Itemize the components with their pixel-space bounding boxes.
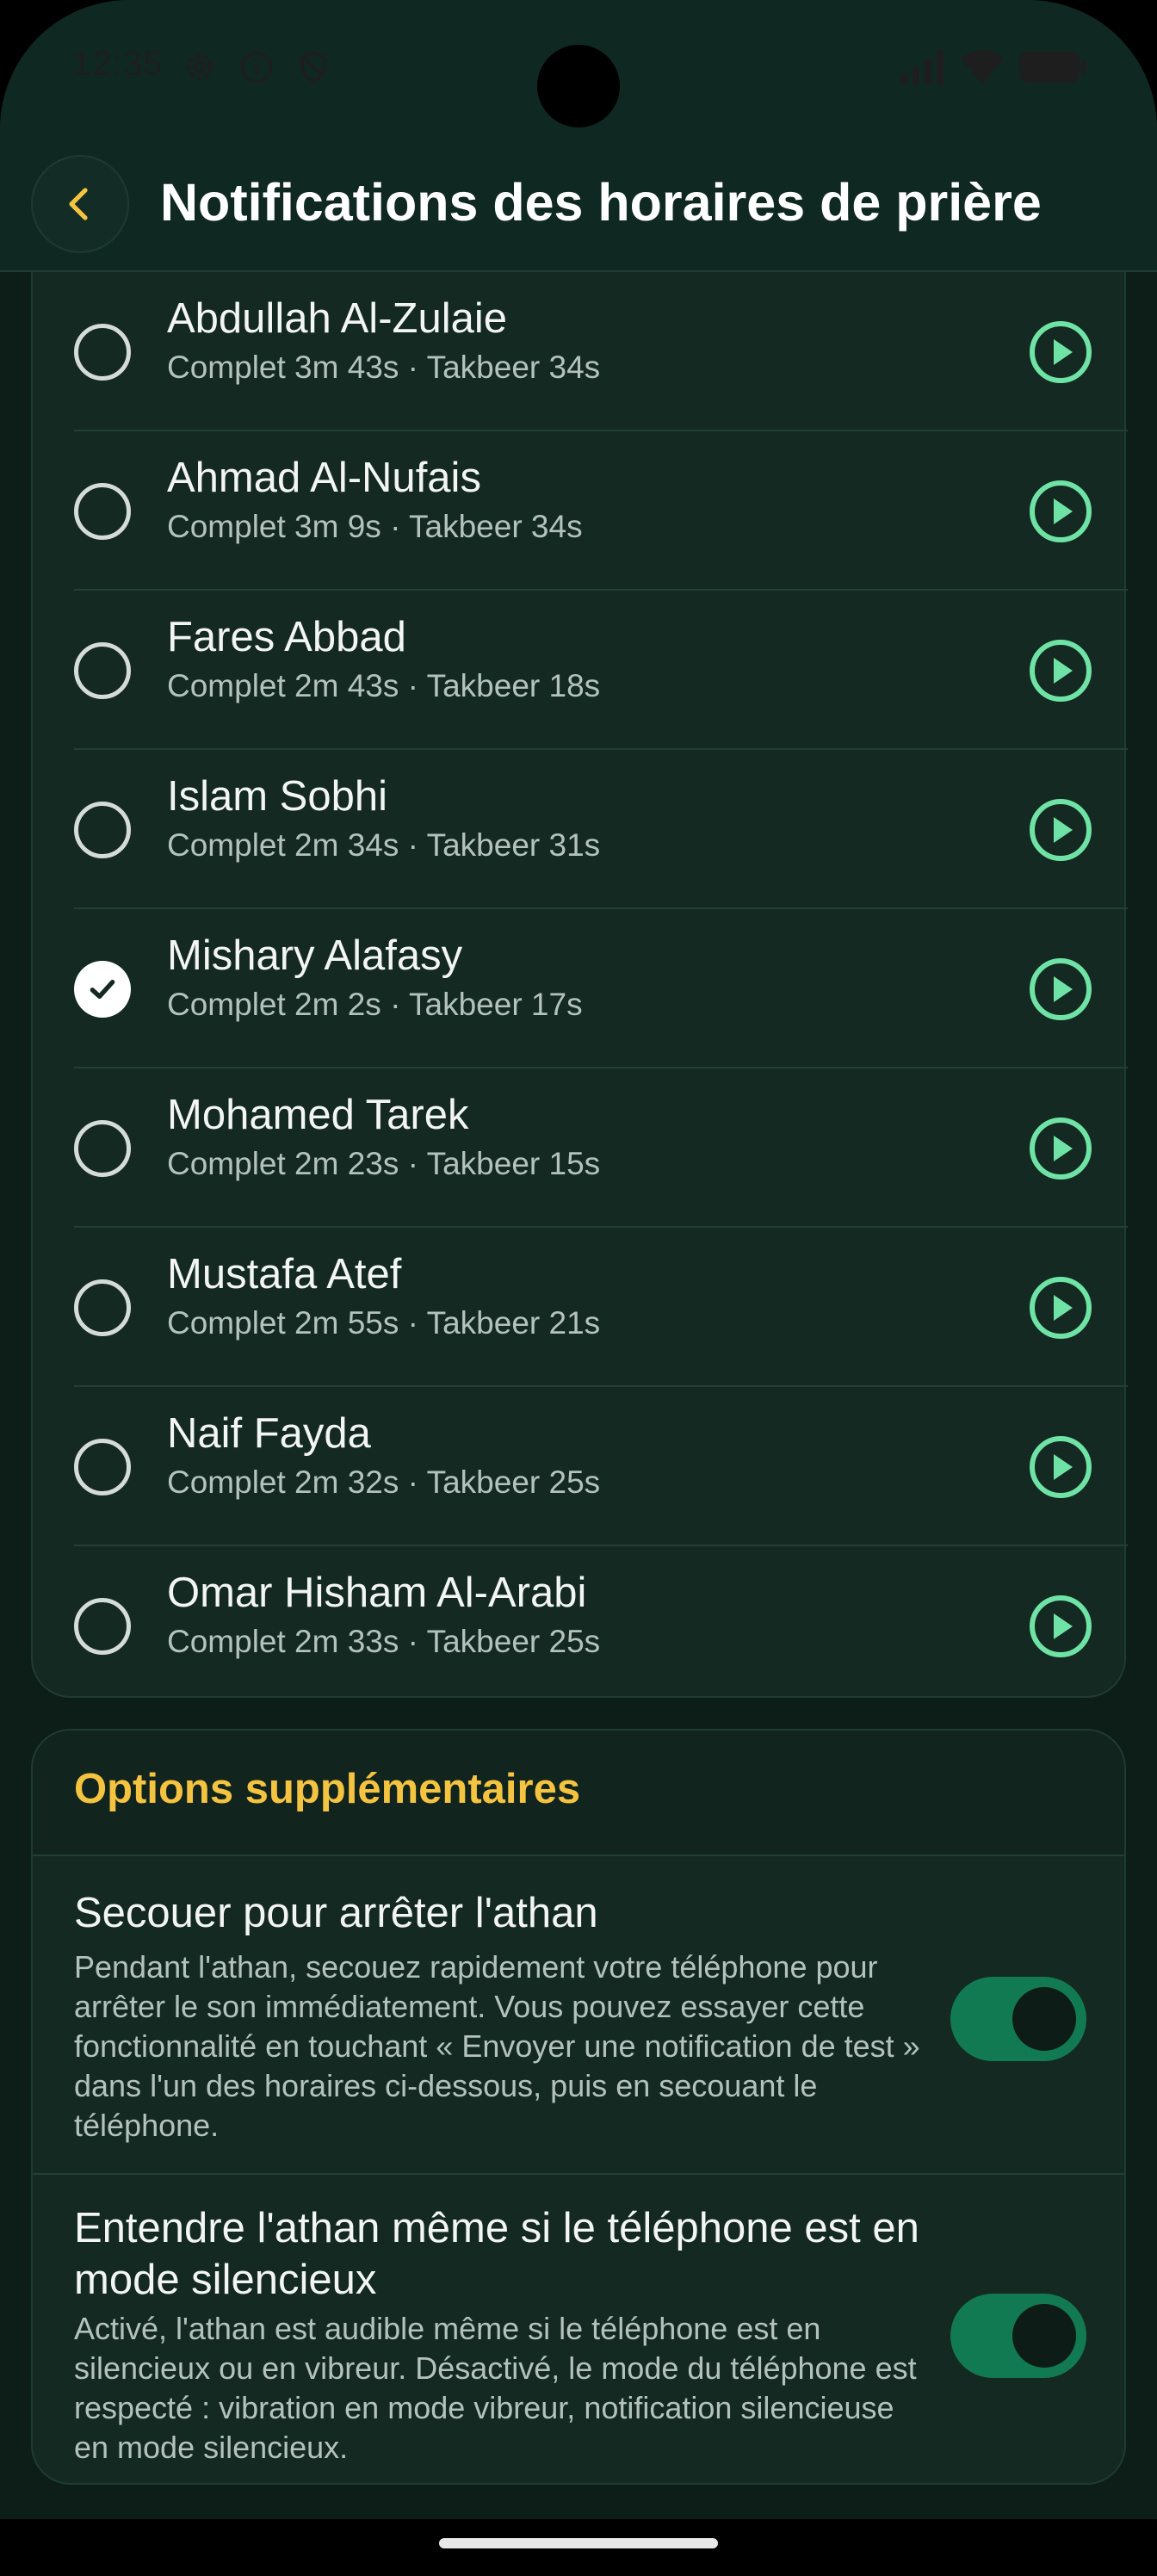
check-icon	[90, 979, 115, 999]
radio-unselected[interactable]	[74, 1279, 131, 1336]
play-preview-button[interactable]	[1028, 1594, 1093, 1659]
reciter-row[interactable]: Fares Abbad Complet 2m 43s · Takbeer 18s	[33, 591, 1128, 750]
app-bar: Notifications des horaires de prière	[0, 138, 1157, 272]
play-preview-button[interactable]	[1028, 1116, 1093, 1181]
reciter-row[interactable]: Naif Fayda Complet 2m 32s · Takbeer 25s	[33, 1387, 1128, 1546]
reciter-name: Omar Hisham Al-Arabi	[167, 1570, 587, 1616]
reciter-row[interactable]: Mustafa Atef Complet 2m 55s · Takbeer 21s	[33, 1228, 1128, 1387]
wifi-icon	[961, 50, 1004, 84]
page-title: Notifications des horaires de prière	[160, 173, 1042, 232]
battery-icon	[1019, 52, 1086, 83]
shake-to-stop-toggle[interactable]	[950, 1977, 1086, 2061]
reciter-name: Islam Sobhi	[167, 773, 388, 820]
reciter-name: Naif Fayda	[167, 1410, 371, 1457]
reciter-duration: Complet 2m 43s · Takbeer 18s	[167, 668, 601, 703]
play-circle-icon	[1030, 320, 1092, 383]
reciter-name: Mishary Alafasy	[167, 932, 463, 979]
reciter-duration: Complet 3m 43s · Takbeer 34s	[167, 350, 601, 385]
status-time: 12:35	[72, 45, 164, 83]
play-circle-icon	[1030, 1435, 1092, 1498]
reciter-row[interactable]: Abdullah Al-Zulaie Complet 3m 43s · Takbe…	[33, 272, 1128, 431]
silent-mode-toggle[interactable]	[950, 2294, 1086, 2378]
option-shake-to-stop: Secouer pour arrêter l'athan Pendant l'a…	[33, 1856, 1124, 2175]
play-circle-icon	[1030, 480, 1092, 542]
screen: 12:35 Notifications des horaires de priè…	[0, 0, 1157, 2576]
play-preview-button[interactable]	[1028, 479, 1093, 544]
status-icons-right	[900, 50, 1088, 84]
signal-icon	[900, 50, 944, 84]
camera-cutout	[537, 45, 620, 127]
play-circle-icon	[1030, 798, 1092, 861]
toggle-knob	[1012, 1987, 1076, 2051]
option-title: Secouer pour arrêter l'athan	[74, 1890, 598, 1936]
play-circle-icon	[1030, 1276, 1092, 1339]
radio-unselected[interactable]	[74, 801, 131, 858]
reciter-duration: Complet 2m 34s · Takbeer 31s	[167, 827, 601, 863]
reciter-duration: Complet 2m 32s · Takbeer 25s	[167, 1464, 601, 1500]
reciter-name: Ahmad Al-Nufais	[167, 455, 481, 501]
reciter-name: Mohamed Tarek	[167, 1092, 469, 1138]
reciter-row[interactable]: Islam Sobhi Complet 2m 34s · Takbeer 31s	[33, 750, 1128, 909]
radio-unselected[interactable]	[74, 1438, 131, 1495]
radio-unselected[interactable]	[74, 1597, 131, 1655]
reciter-name: Abdullah Al-Zulaie	[167, 295, 507, 342]
info-icon	[240, 51, 273, 84]
radio-selected[interactable]	[74, 960, 131, 1018]
play-preview-button[interactable]	[1028, 957, 1093, 1022]
option-description: Pendant l'athan, secouez rapidement votr…	[74, 1949, 920, 2143]
play-circle-icon	[1030, 957, 1092, 1020]
reciter-duration: Complet 2m 55s · Takbeer 21s	[167, 1305, 601, 1341]
play-preview-button[interactable]	[1028, 1434, 1093, 1500]
radio-unselected[interactable]	[74, 1119, 131, 1177]
back-button[interactable]	[31, 155, 129, 253]
play-preview-button[interactable]	[1028, 319, 1093, 385]
play-circle-icon	[1030, 1117, 1092, 1180]
reciter-duration: Complet 3m 9s · Takbeer 34s	[167, 509, 583, 544]
reciter-row[interactable]: Mishary Alafasy Complet 2m 2s · Takbeer 1…	[33, 909, 1128, 1068]
option-description: Activé, l'athan est audible même si le t…	[74, 2311, 917, 2465]
reciter-name: Fares Abbad	[167, 614, 406, 660]
toggle-knob	[1012, 2304, 1076, 2368]
reciter-duration: Complet 2m 33s · Takbeer 25s	[167, 1624, 601, 1659]
play-circle-icon	[1030, 639, 1092, 702]
options-title: Options supplémentaires	[74, 1766, 581, 1812]
chevron-left-icon	[69, 188, 88, 220]
play-preview-button[interactable]	[1028, 638, 1093, 703]
reciter-row[interactable]: Mohamed Tarek Complet 2m 23s · Takbeer 15…	[33, 1068, 1128, 1228]
reciter-row[interactable]: Omar Hisham Al-Arabi Complet 2m 33s · Tak…	[33, 1546, 1128, 1706]
radio-unselected[interactable]	[74, 482, 131, 540]
gesture-handle[interactable]	[439, 2538, 718, 2548]
option-silent-mode: Entendre l'athan même si le téléphone es…	[33, 2175, 1124, 2483]
reciter-duration: Complet 2m 23s · Takbeer 15s	[167, 1146, 601, 1181]
settings-icon	[186, 53, 213, 81]
radio-unselected[interactable]	[74, 323, 131, 381]
option-title: Entendre l'athan même si le téléphone es…	[74, 2205, 919, 2303]
play-circle-icon	[1030, 1595, 1092, 1657]
reciter-list: Abdullah Al-Zulaie Complet 3m 43s · Takbe…	[31, 272, 1128, 1698]
status-bar: 12:35	[0, 0, 1157, 138]
shield-icon	[300, 51, 326, 84]
reciter-duration: Complet 2m 2s · Takbeer 17s	[167, 987, 583, 1022]
options-header: Options supplémentaires	[33, 1731, 1124, 1856]
status-icons-left	[181, 48, 332, 86]
options-card: Options supplémentaires Secouer pour arr…	[31, 1729, 1126, 2485]
radio-unselected[interactable]	[74, 641, 131, 699]
reciter-name: Mustafa Atef	[167, 1251, 402, 1297]
reciter-row[interactable]: Ahmad Al-Nufais Complet 3m 9s · Takbeer 3…	[33, 431, 1128, 591]
play-preview-button[interactable]	[1028, 797, 1093, 863]
play-preview-button[interactable]	[1028, 1275, 1093, 1341]
